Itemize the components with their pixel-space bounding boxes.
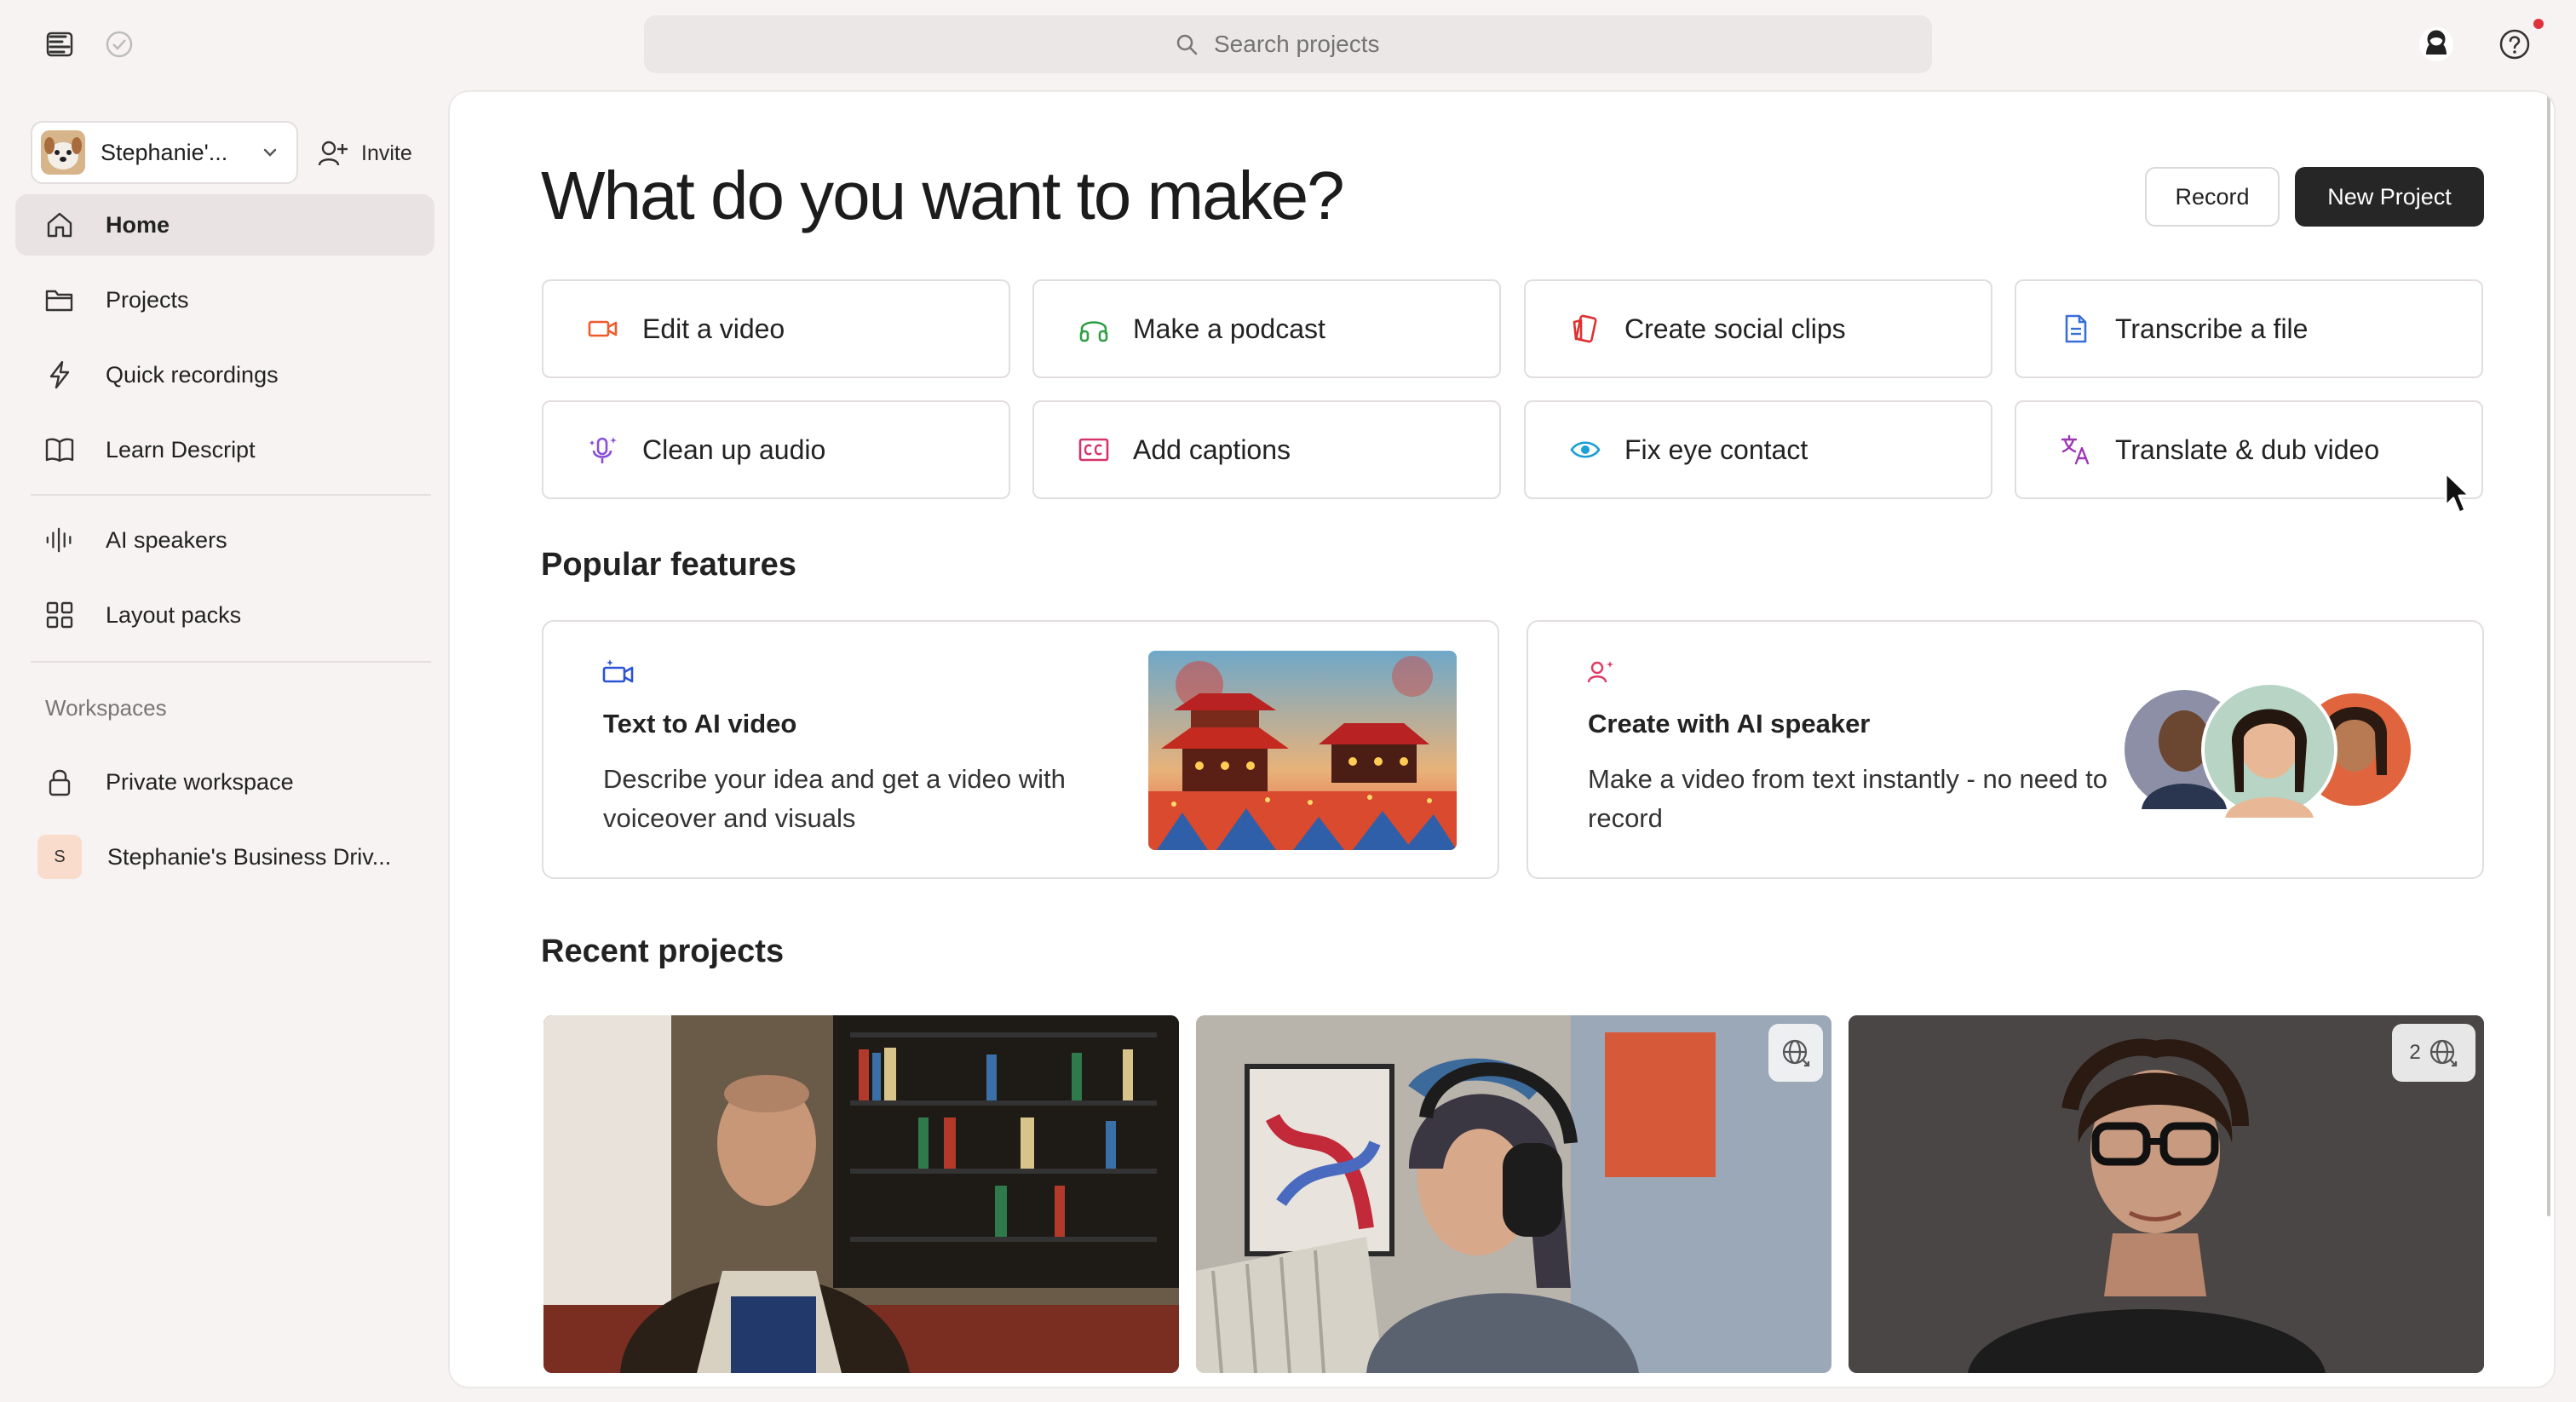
feature-title: Text to AI video — [603, 709, 797, 738]
globe-link-icon — [1780, 1037, 1811, 1068]
sidebar-item-label: AI speakers — [106, 526, 227, 553]
feature-card-text-to-ai-video[interactable]: Text to AI video Describe your idea and … — [542, 620, 1499, 879]
action-label: Clean up audio — [642, 434, 826, 465]
action-create-social-clips[interactable]: Create social clips — [1524, 279, 1992, 378]
eye-icon — [1568, 433, 1602, 467]
scrollbar[interactable] — [2547, 92, 2550, 1216]
microphone-sparkle-icon — [586, 433, 620, 467]
woman-with-glasses — [1849, 1015, 2484, 1373]
action-add-captions[interactable]: Add captions — [1032, 400, 1501, 499]
share-badge[interactable] — [1768, 1024, 1823, 1082]
project-card[interactable]: 2 — [1849, 1015, 2484, 1373]
headphones-icon — [1077, 312, 1111, 346]
sidebar-divider — [31, 661, 431, 663]
project-card[interactable] — [543, 1015, 1179, 1373]
main-panel: What do you want to make? Record New Pro… — [450, 92, 2554, 1387]
woman-with-headphones — [1196, 1015, 1831, 1373]
globe-link-icon — [2428, 1037, 2458, 1068]
home-icon — [44, 210, 75, 240]
translate-icon — [2059, 433, 2093, 467]
search-bar[interactable] — [644, 15, 1932, 73]
feature-card-ai-speaker[interactable]: Create with AI speaker Make a video from… — [1527, 620, 2484, 879]
chevron-down-icon — [261, 143, 279, 162]
speaker-avatars — [2121, 681, 2416, 818]
captions-icon — [1077, 433, 1111, 467]
pagoda-illustration — [1148, 651, 1457, 850]
man-with-bookshelf — [543, 1015, 1179, 1373]
invite-button[interactable]: Invite — [317, 129, 412, 177]
feature-description: Make a video from text instantly - no ne… — [1588, 764, 2107, 833]
sidebar-item-label: Home — [106, 211, 170, 238]
sidebar-item-learn-descript[interactable]: Learn Descript — [15, 419, 434, 480]
action-label: Create social clips — [1624, 313, 1846, 344]
action-label: Edit a video — [642, 313, 785, 344]
sidebar-toggle-icon[interactable] — [36, 20, 83, 68]
share-count: 2 — [2409, 1041, 2421, 1064]
sidebar-item-private-workspace[interactable]: Private workspace — [15, 751, 434, 813]
sidebar-item-label: Projects — [106, 286, 189, 313]
workspace-switcher[interactable]: Stephanie'... — [31, 121, 298, 184]
document-icon — [2059, 312, 2093, 346]
mouse-cursor-icon — [2443, 470, 2472, 516]
action-label: Add captions — [1133, 434, 1291, 465]
sidebar-item-label: Quick recordings — [106, 361, 279, 388]
workspaces-heading: Workspaces — [45, 695, 167, 721]
share-badge[interactable]: 2 — [2392, 1024, 2475, 1082]
sidebar-item-quick-recordings[interactable]: Quick recordings — [15, 344, 434, 405]
folder-icon — [44, 284, 75, 315]
page-title: What do you want to make? — [541, 158, 1345, 233]
top-bar — [0, 0, 2576, 89]
action-label: Fix eye contact — [1624, 434, 1808, 465]
recent-projects-title: Recent projects — [541, 934, 785, 969]
social-clips-icon — [1568, 312, 1602, 346]
help-icon[interactable] — [2491, 20, 2539, 68]
video-camera-icon — [586, 312, 620, 346]
feature-description: Describe your idea and get a video with … — [603, 764, 1066, 833]
add-user-icon — [317, 139, 349, 168]
action-label: Transcribe a file — [2115, 313, 2309, 344]
search-icon — [1175, 32, 1199, 56]
sidebar-item-label: Private workspace — [106, 768, 294, 795]
sidebar-item-projects[interactable]: Projects — [15, 269, 434, 330]
lightning-icon — [44, 359, 75, 390]
action-transcribe-file[interactable]: Transcribe a file — [2015, 279, 2483, 378]
sidebar: Stephanie'... Invite Home Projects Quick… — [0, 89, 450, 1402]
sidebar-item-ai-speakers[interactable]: AI speakers — [15, 509, 434, 571]
sidebar-item-label: Layout packs — [106, 601, 242, 628]
ai-speaker-icon — [1586, 658, 1617, 685]
action-label: Translate & dub video — [2115, 434, 2380, 465]
project-card[interactable] — [1196, 1015, 1831, 1373]
grid-icon — [44, 600, 75, 630]
sidebar-item-layout-packs[interactable]: Layout packs — [15, 584, 434, 646]
workspace-badge: S — [37, 835, 82, 879]
new-project-button[interactable]: New Project — [2295, 167, 2484, 227]
book-icon — [44, 434, 75, 465]
search-input[interactable] — [1214, 31, 1401, 58]
workspace-name: Stephanie'... — [101, 139, 228, 165]
sidebar-item-label: Stephanie's Business Driv... — [107, 843, 392, 870]
user-profile-icon[interactable] — [2412, 20, 2460, 68]
workspace-avatar — [41, 130, 85, 175]
popular-features-title: Popular features — [541, 547, 796, 583]
check-circle-icon[interactable] — [95, 20, 143, 68]
waveform-icon — [44, 525, 75, 555]
sidebar-item-home[interactable]: Home — [15, 194, 434, 256]
action-translate-dub[interactable]: Translate & dub video — [2015, 400, 2483, 499]
feature-title: Create with AI speaker — [1588, 709, 1871, 738]
invite-label: Invite — [361, 141, 412, 165]
record-button[interactable]: Record — [2145, 167, 2280, 227]
action-edit-video[interactable]: Edit a video — [542, 279, 1010, 378]
lock-icon — [44, 767, 75, 797]
sidebar-item-label: Learn Descript — [106, 436, 256, 463]
action-clean-up-audio[interactable]: Clean up audio — [542, 400, 1010, 499]
sidebar-item-business-drive[interactable]: S Stephanie's Business Driv... — [15, 826, 434, 888]
sidebar-divider — [31, 494, 431, 496]
action-label: Make a podcast — [1133, 313, 1325, 344]
text-to-video-icon — [601, 658, 635, 687]
action-make-podcast[interactable]: Make a podcast — [1032, 279, 1501, 378]
action-fix-eye-contact[interactable]: Fix eye contact — [1524, 400, 1992, 499]
